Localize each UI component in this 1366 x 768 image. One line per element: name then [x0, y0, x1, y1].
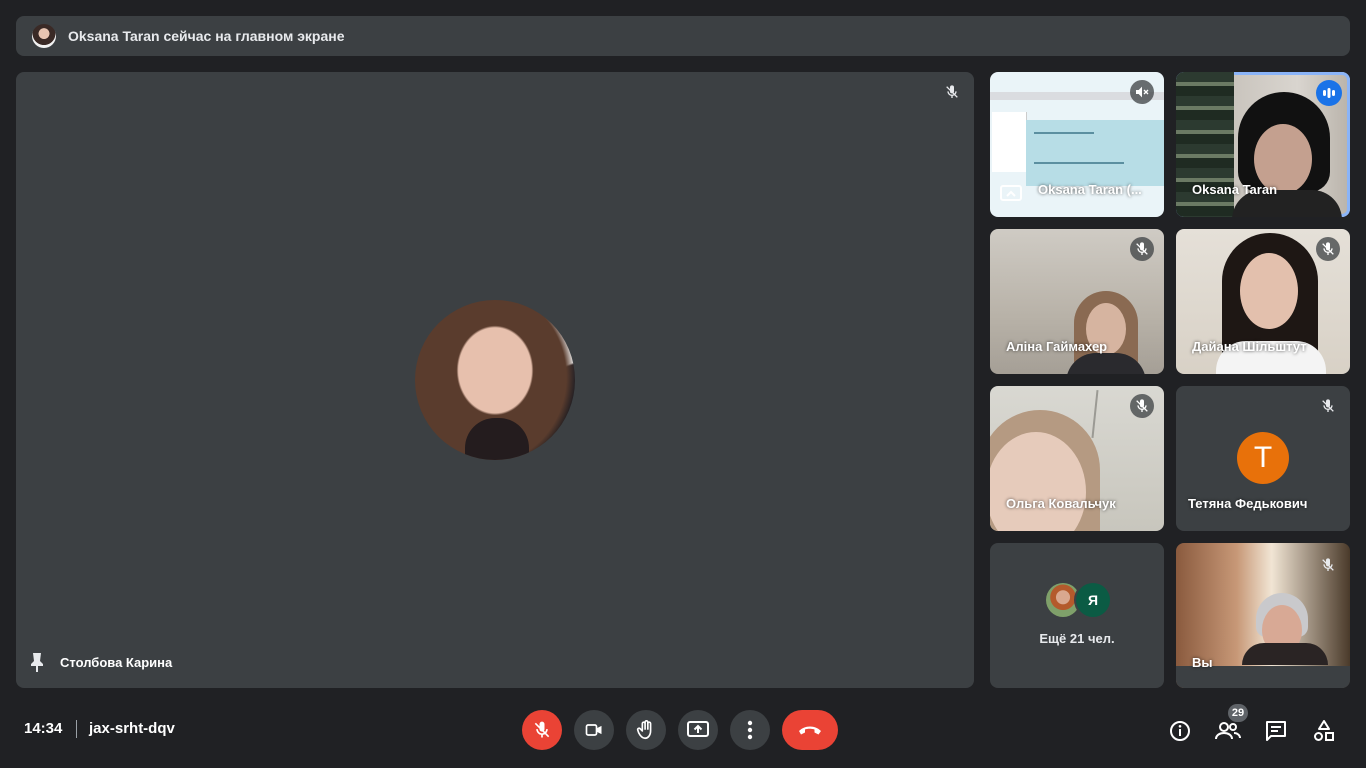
more-participants-tile[interactable]: Я Ещё 21 чел.: [990, 543, 1164, 688]
mic-off-icon: [1316, 553, 1340, 577]
main-stage-tile[interactable]: Столбова Карина: [16, 72, 974, 688]
participant-tile-dayana[interactable]: Дайана Шільштут: [1176, 229, 1350, 374]
mic-off-icon: [1130, 237, 1154, 261]
participant-tile-screen-share[interactable]: Oksana Taran (...: [990, 72, 1164, 217]
raise-hand-button[interactable]: [626, 710, 666, 750]
hang-up-icon: [799, 726, 821, 735]
leave-call-button[interactable]: [782, 710, 838, 750]
participant-avatar: [1046, 583, 1080, 617]
participant-initial-avatar: Т: [1237, 432, 1289, 484]
pinned-participant-name: Столбова Карина: [60, 654, 173, 670]
participant-tile-alina[interactable]: Аліна Гаймахер: [990, 229, 1164, 374]
more-participants-label: Ещё 21 чел.: [1039, 631, 1115, 646]
toggle-mic-button[interactable]: [522, 710, 562, 750]
more-options-button[interactable]: [730, 710, 770, 750]
pinned-participant-avatar: [415, 300, 575, 460]
activities-button[interactable]: [1309, 716, 1339, 746]
participant-name: Oksana Taran (...: [1038, 182, 1142, 197]
participant-tile-oksana-taran[interactable]: Oksana Taran: [1176, 72, 1350, 217]
info-icon: [1170, 721, 1190, 741]
presenting-banner-text: Oksana Taran сейчас на главном экране: [68, 28, 345, 44]
more-vert-icon: [747, 720, 753, 740]
participant-tile-olga[interactable]: Ольга Ковальчук: [990, 386, 1164, 531]
bottom-toolbar: 14:34 jax-srht-dqv 29: [0, 704, 1366, 768]
hand-icon: [636, 720, 652, 740]
mic-off-icon: [534, 721, 550, 738]
chat-button[interactable]: [1261, 716, 1291, 746]
pinned-label: Столбова Карина: [28, 652, 172, 672]
mic-off-icon: [1316, 237, 1340, 261]
participant-name: Oksana Taran: [1192, 182, 1278, 197]
mic-off-icon: [1316, 394, 1340, 418]
toggle-camera-button[interactable]: [574, 710, 614, 750]
chat-icon: [1266, 721, 1286, 741]
participant-tile-self[interactable]: Вы: [1176, 543, 1350, 688]
participant-tile-tetiana[interactable]: Т Тетяна Федькович: [1176, 386, 1350, 531]
speaking-indicator-icon: [1316, 80, 1342, 106]
mic-off-icon: [1130, 394, 1154, 418]
present-screen-icon: [687, 721, 709, 737]
mic-off-icon: [940, 80, 964, 104]
meeting-details-button[interactable]: [1165, 716, 1195, 746]
participant-name: Аліна Гаймахер: [1006, 339, 1108, 354]
presenter-avatar: [32, 24, 56, 48]
pin-icon[interactable]: [28, 652, 46, 672]
participant-initial-avatar: Я: [1076, 583, 1110, 617]
participant-name: Дайана Шільштут: [1192, 339, 1307, 354]
mic-off-icon: [1130, 80, 1154, 104]
people-icon: [1215, 722, 1241, 740]
presenting-banner: Oksana Taran сейчас на главном экране: [16, 16, 1350, 56]
participant-name: Тетяна Федькович: [1188, 496, 1308, 511]
divider: [76, 720, 77, 738]
participants-count-badge: 29: [1228, 704, 1248, 722]
participant-name: Ольга Ковальчук: [1006, 496, 1116, 511]
participant-name: Вы: [1192, 655, 1213, 670]
present-screen-icon: [1000, 185, 1022, 201]
activities-icon: [1314, 720, 1334, 741]
present-now-button[interactable]: [678, 710, 718, 750]
camera-icon: [585, 724, 602, 736]
meeting-code[interactable]: jax-srht-dqv: [89, 720, 175, 737]
meeting-clock: 14:34: [24, 720, 63, 737]
